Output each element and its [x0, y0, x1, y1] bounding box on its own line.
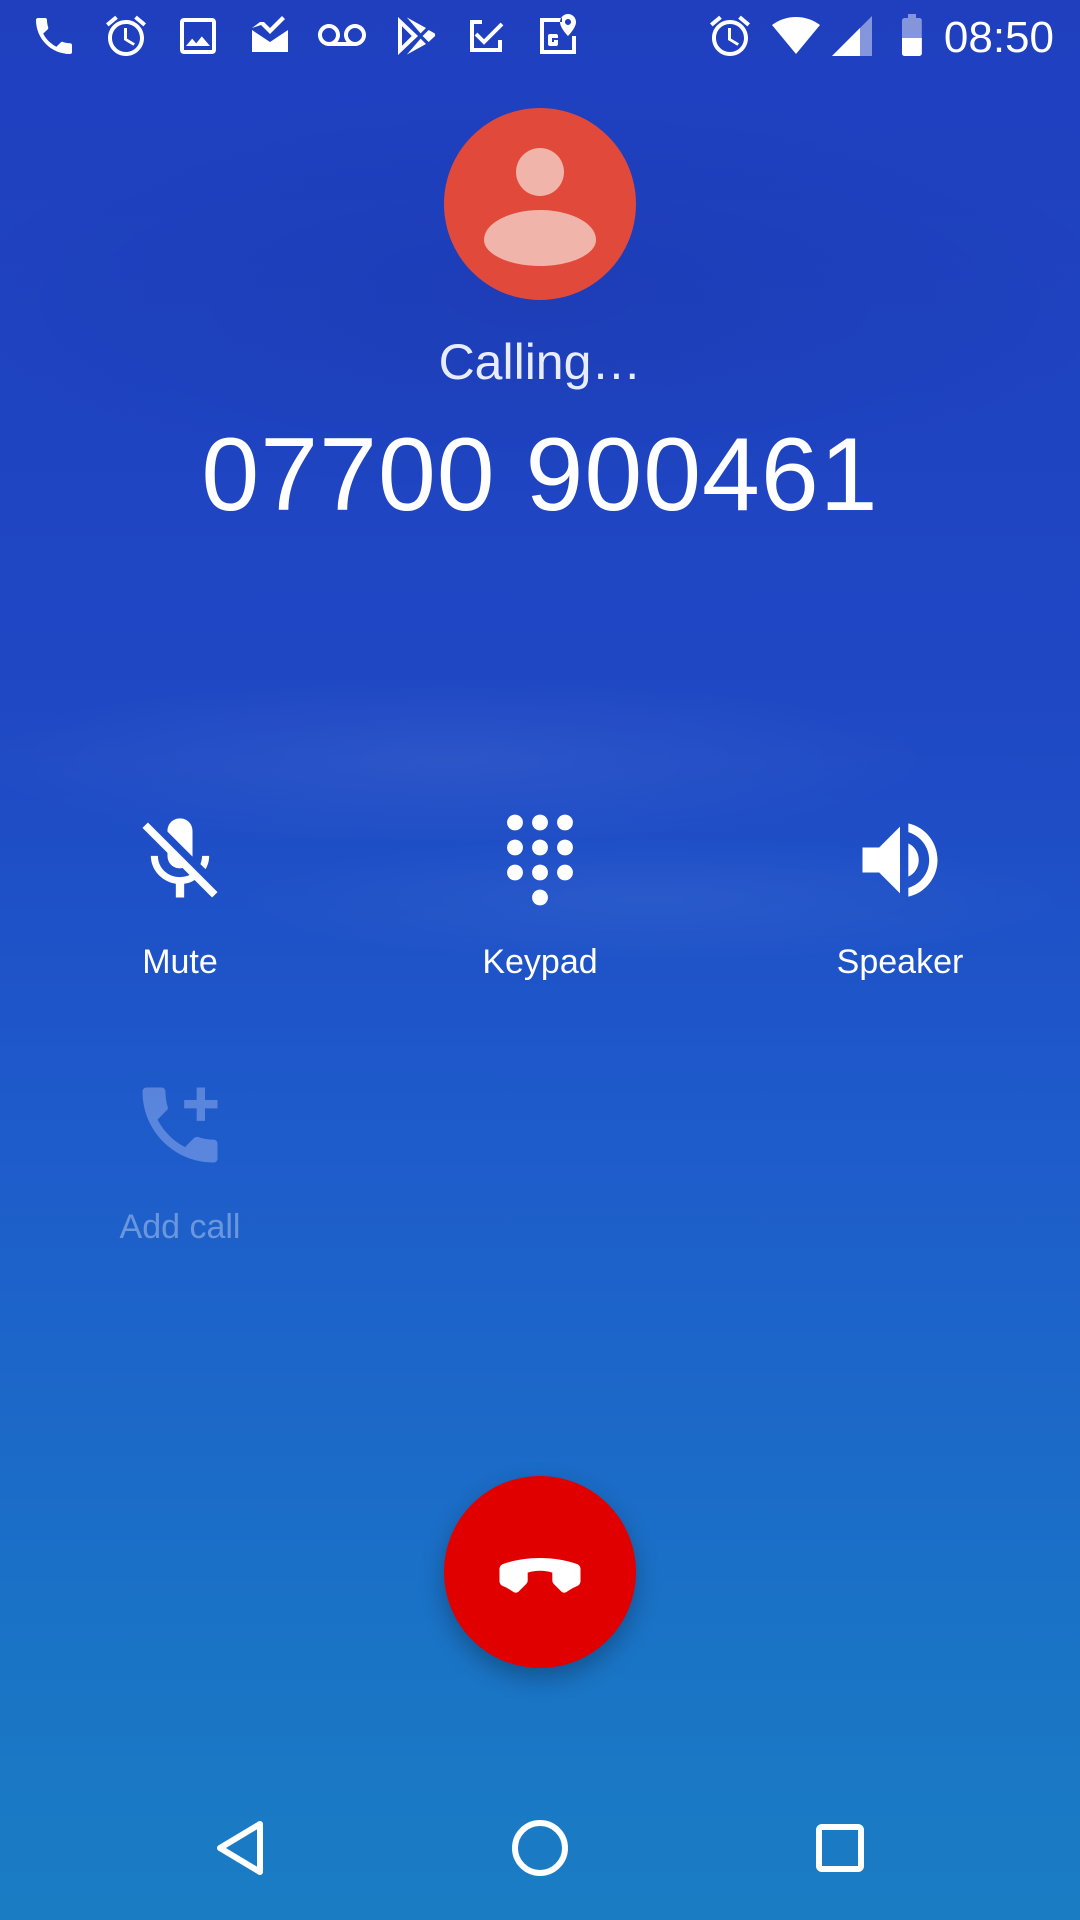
back-icon [217, 1821, 263, 1875]
signal-icon [828, 12, 876, 60]
recents-button[interactable] [790, 1798, 890, 1898]
home-icon [512, 1820, 568, 1876]
recents-icon [816, 1824, 864, 1872]
speaker-button[interactable]: Speaker [770, 810, 1030, 1030]
alarm-icon [706, 12, 754, 60]
maps-icon [534, 12, 582, 60]
alarm-icon [102, 12, 150, 60]
person-icon [484, 148, 596, 266]
keypad-label: Keypad [482, 943, 598, 981]
tasks-check-icon [462, 12, 510, 60]
mute-button[interactable]: Mute [50, 810, 310, 1030]
navigation-bar [0, 1776, 1080, 1920]
battery-icon [888, 12, 936, 60]
add-call-button[interactable]: Add call [50, 1075, 310, 1295]
back-button[interactable] [190, 1798, 290, 1898]
end-call-button[interactable] [444, 1476, 636, 1668]
play-store-icon [390, 12, 438, 60]
voicemail-icon [318, 12, 366, 60]
hang-up-icon [499, 1558, 581, 1593]
speaker-label: Speaker [836, 943, 964, 981]
contact-avatar [444, 108, 636, 300]
add-call-icon [130, 1075, 230, 1175]
image-icon [174, 12, 222, 60]
call-status: Calling… [438, 334, 642, 390]
add-call-label: Add call [119, 1208, 241, 1246]
keypad-button[interactable]: Keypad [410, 810, 670, 1030]
home-button[interactable] [490, 1798, 590, 1898]
dialpad-icon [490, 810, 590, 910]
status-bar: 08:50 [0, 0, 1080, 76]
volume-up-icon [850, 810, 950, 910]
mute-label: Mute [142, 943, 218, 981]
phone-icon [30, 12, 78, 60]
wifi-icon [772, 12, 820, 60]
caller-number: 07700 900461 [201, 417, 879, 533]
mic-off-icon [130, 810, 230, 910]
mail-check-icon [246, 12, 294, 60]
status-clock: 08:50 [943, 13, 1054, 62]
